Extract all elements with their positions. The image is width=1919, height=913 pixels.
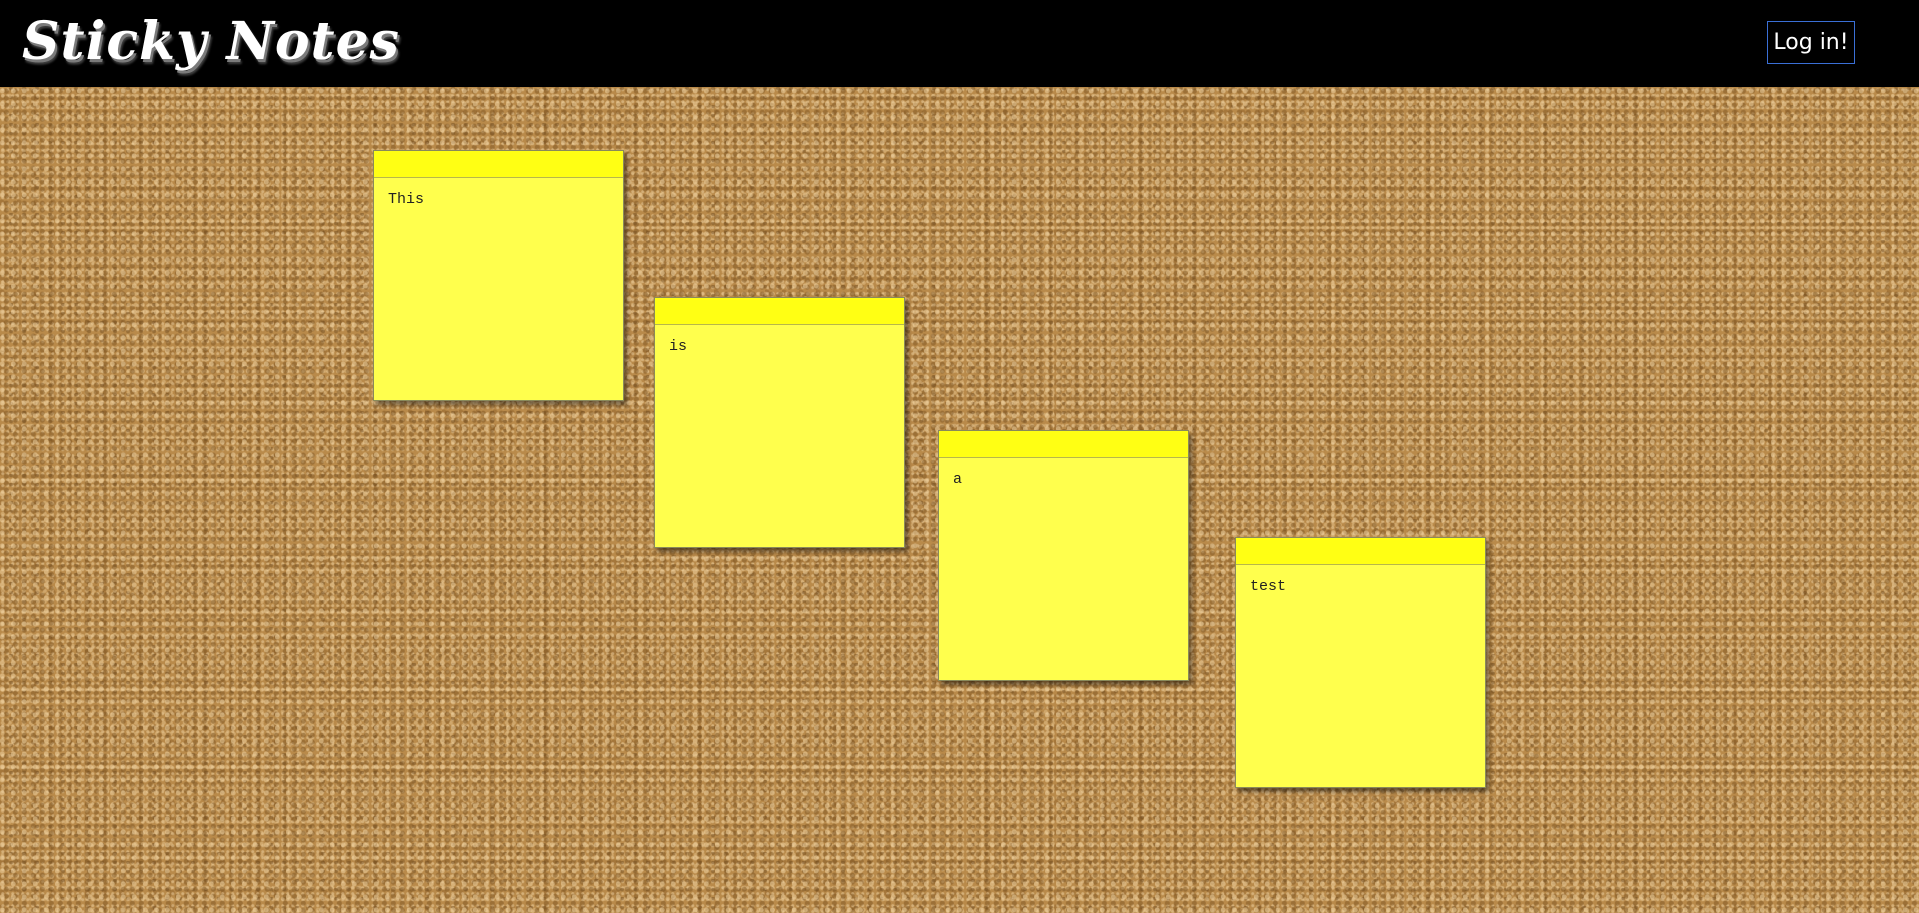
note-text-area[interactable]: a [939,458,1188,682]
sticky-note[interactable]: test [1235,537,1486,789]
note-text-area[interactable]: is [655,325,904,549]
sticky-note[interactable]: is [654,297,905,549]
note-drag-handle[interactable] [939,431,1188,458]
note-drag-handle[interactable] [655,298,904,325]
app-logo: Sticky Notes [22,11,400,72]
note-drag-handle[interactable] [374,151,623,178]
sticky-note[interactable]: This [373,150,624,402]
login-button[interactable]: Log in! [1767,21,1855,64]
sticky-note[interactable]: a [938,430,1189,682]
top-bar: Sticky Notes Log in! [0,0,1919,87]
note-text-area[interactable]: test [1236,565,1485,789]
note-drag-handle[interactable] [1236,538,1485,565]
note-text-area[interactable]: This [374,178,623,402]
